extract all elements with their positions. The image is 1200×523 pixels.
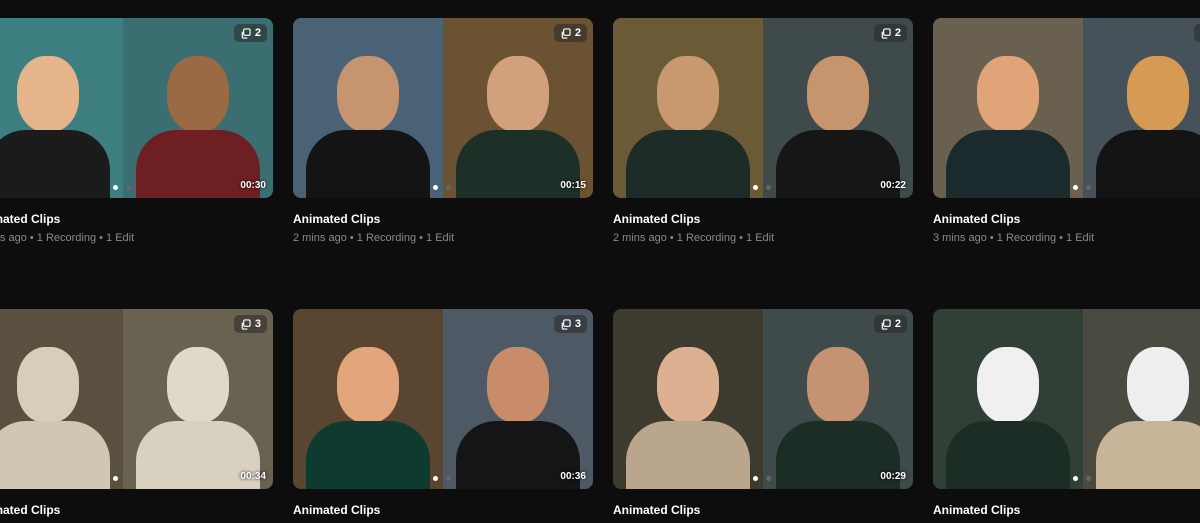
thumbnail-image-left xyxy=(0,309,123,489)
carousel-dots xyxy=(753,476,771,481)
clip-card[interactable]: 3 00:34 Animated Clips xyxy=(0,309,273,523)
clip-meta: 2 mins ago • 1 Recording • 1 Edit xyxy=(293,232,593,244)
clip-count-badge: 2 xyxy=(234,24,267,42)
clip-card[interactable]: 2 00:22 Animated Clips 2 mins ago • 1 Re… xyxy=(613,18,913,244)
clip-count: 2 xyxy=(895,318,901,330)
clip-title[interactable]: Animated Clips xyxy=(0,212,273,226)
carousel-dot-active[interactable] xyxy=(433,185,438,190)
clip-duration: 00:29 xyxy=(880,471,906,482)
clip-count: 2 xyxy=(575,27,581,39)
clip-duration: 00:15 xyxy=(560,180,586,191)
clip-count: 3 xyxy=(255,318,261,330)
thumbnail-image-right xyxy=(123,18,273,198)
clip-meta: 2 mins ago • 1 Recording • 1 Edit xyxy=(613,232,913,244)
carousel-dots xyxy=(1073,185,1091,190)
clip-count-badge: 3 xyxy=(234,315,267,333)
thumbnail-image-right xyxy=(443,309,593,489)
carousel-dots xyxy=(753,185,771,190)
clip-duration: 00:36 xyxy=(560,471,586,482)
carousel-dots xyxy=(1073,476,1091,481)
clip-title[interactable]: Animated Clips xyxy=(613,503,913,517)
carousel-dot[interactable] xyxy=(1086,185,1091,190)
carousel-dot-active[interactable] xyxy=(113,476,118,481)
clip-count: 2 xyxy=(255,27,261,39)
clip-count: 3 xyxy=(575,318,581,330)
clip-card[interactable]: 2 00:15 Animated Clips 2 mins ago • 1 Re… xyxy=(293,18,593,244)
carousel-dot[interactable] xyxy=(766,476,771,481)
copy-stack-icon xyxy=(880,319,891,330)
carousel-dots xyxy=(433,185,451,190)
clip-duration: 00:22 xyxy=(880,180,906,191)
copy-stack-icon xyxy=(240,319,251,330)
clip-thumbnail[interactable]: 3 00:36 xyxy=(293,309,593,489)
clip-thumbnail[interactable]: 2 00:22 xyxy=(613,18,913,198)
carousel-dot-active[interactable] xyxy=(1073,185,1078,190)
clip-thumbnail[interactable]: 2 00:30 xyxy=(0,18,273,198)
copy-stack-icon xyxy=(880,28,891,39)
carousel-dot-active[interactable] xyxy=(113,185,118,190)
thumbnail-image-left xyxy=(613,18,763,198)
clip-title[interactable]: Animated Clips xyxy=(933,503,1200,517)
copy-stack-icon xyxy=(560,28,571,39)
clip-meta: 3 mins ago • 1 Recording • 1 Edit xyxy=(933,232,1200,244)
clip-count-badge: 2 xyxy=(874,24,907,42)
clip-thumbnail[interactable] xyxy=(933,309,1200,489)
clip-card[interactable]: 3 00:36 Animated Clips xyxy=(293,309,593,523)
clip-count-badge: 3 xyxy=(554,315,587,333)
thumbnail-image-right xyxy=(443,18,593,198)
thumbnail-image-left xyxy=(933,18,1083,198)
carousel-dots xyxy=(113,476,131,481)
thumbnail-image-right xyxy=(1083,18,1200,198)
clip-title[interactable]: Animated Clips xyxy=(0,503,273,517)
carousel-dot-active[interactable] xyxy=(433,476,438,481)
thumbnail-image-left xyxy=(0,18,123,198)
clip-count-badge: 2 xyxy=(874,315,907,333)
clip-count: 2 xyxy=(895,27,901,39)
carousel-dot-active[interactable] xyxy=(753,185,758,190)
clip-thumbnail[interactable]: 2 00:15 xyxy=(293,18,593,198)
clip-card[interactable]: 2 00:30 Animated Clips 3 mins ago • 1 Re… xyxy=(0,18,273,244)
copy-stack-icon xyxy=(560,319,571,330)
thumbnail-image-left xyxy=(933,309,1083,489)
clip-title[interactable]: Animated Clips xyxy=(933,212,1200,226)
thumbnail-image-right xyxy=(763,309,913,489)
thumbnail-image-right xyxy=(123,309,273,489)
carousel-dot-active[interactable] xyxy=(1073,476,1078,481)
thumbnail-image-left xyxy=(293,309,443,489)
clip-count-badge: 2 xyxy=(554,24,587,42)
clip-thumbnail[interactable]: 3 00:34 xyxy=(0,309,273,489)
carousel-dot[interactable] xyxy=(126,185,131,190)
carousel-dot[interactable] xyxy=(126,476,131,481)
thumbnail-image-left xyxy=(613,309,763,489)
thumbnail-image-right xyxy=(1083,309,1200,489)
carousel-dot[interactable] xyxy=(766,185,771,190)
clip-title[interactable]: Animated Clips xyxy=(293,212,593,226)
carousel-dots xyxy=(433,476,451,481)
carousel-dot[interactable] xyxy=(446,185,451,190)
clip-grid: 2 00:30 Animated Clips 3 mins ago • 1 Re… xyxy=(0,18,1200,523)
thumbnail-image-left xyxy=(293,18,443,198)
clip-card[interactable]: Animated Clips xyxy=(933,309,1200,523)
carousel-dot[interactable] xyxy=(1086,476,1091,481)
carousel-dot-active[interactable] xyxy=(753,476,758,481)
thumbnail-image-right xyxy=(763,18,913,198)
carousel-dot[interactable] xyxy=(446,476,451,481)
clip-title[interactable]: Animated Clips xyxy=(613,212,913,226)
clip-card[interactable]: 2 00:29 Animated Clips xyxy=(613,309,913,523)
carousel-dots xyxy=(113,185,131,190)
clip-count-badge: 2 xyxy=(1194,24,1200,42)
clip-thumbnail[interactable]: 2 00:29 xyxy=(613,309,913,489)
clip-meta: 3 mins ago • 1 Recording • 1 Edit xyxy=(0,232,273,244)
clip-title[interactable]: Animated Clips xyxy=(293,503,593,517)
clip-thumbnail[interactable]: 2 xyxy=(933,18,1200,198)
copy-stack-icon xyxy=(240,28,251,39)
clip-card[interactable]: 2 Animated Clips 3 mins ago • 1 Recordin… xyxy=(933,18,1200,244)
clip-duration: 00:34 xyxy=(240,471,266,482)
clip-duration: 00:30 xyxy=(240,180,266,191)
